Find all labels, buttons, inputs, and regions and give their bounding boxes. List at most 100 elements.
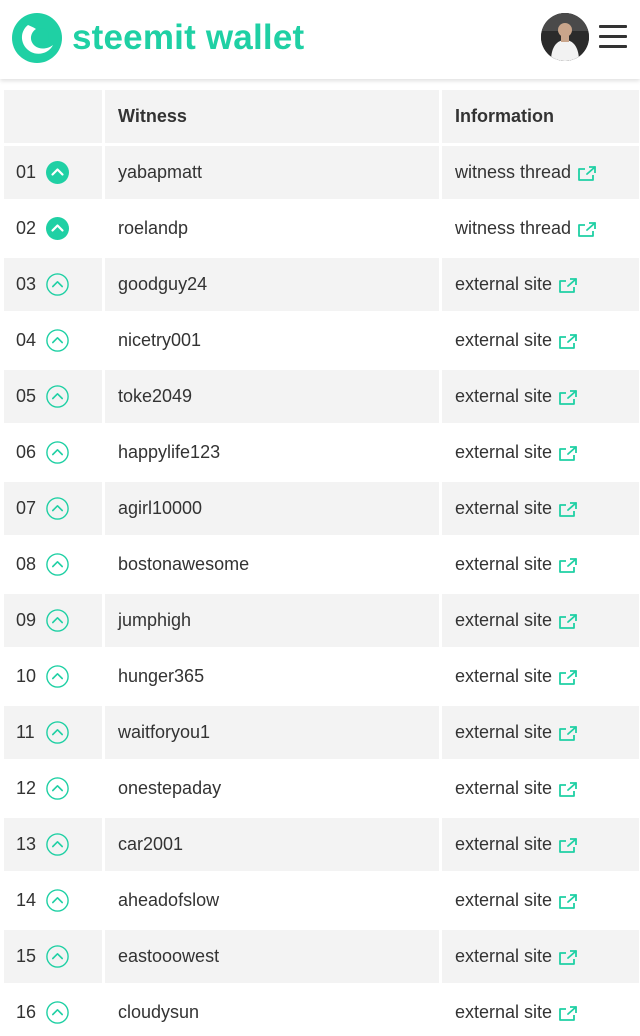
witness-name[interactable]: hunger365	[105, 650, 439, 703]
external-link-icon[interactable]	[558, 613, 578, 630]
witness-name[interactable]: yabapmatt	[105, 146, 439, 199]
information-link[interactable]: external site	[455, 330, 552, 350]
information-cell: external site	[442, 650, 639, 703]
information-link[interactable]: external site	[455, 722, 552, 742]
external-link-icon[interactable]	[558, 893, 578, 910]
rank-cell: 16	[4, 986, 102, 1036]
user-avatar[interactable]	[541, 13, 589, 61]
upvote-chevron-icon[interactable]	[46, 161, 69, 184]
upvote-chevron-icon[interactable]	[46, 217, 69, 240]
rank-cell: 04	[4, 314, 102, 367]
witness-name[interactable]: happylife123	[105, 426, 439, 479]
external-link-icon[interactable]	[558, 557, 578, 574]
information-link[interactable]: external site	[455, 834, 552, 854]
rank-cell: 08	[4, 538, 102, 591]
witness-name[interactable]: agirl10000	[105, 482, 439, 535]
rank-cell: 11	[4, 706, 102, 759]
rank-number: 13	[16, 834, 37, 854]
witness-name[interactable]: waitforyou1	[105, 706, 439, 759]
witness-name[interactable]: jumphigh	[105, 594, 439, 647]
table-row: 02 roelandp witness thread	[4, 202, 639, 255]
external-link-icon[interactable]	[558, 445, 578, 462]
external-link-icon[interactable]	[558, 277, 578, 294]
external-link-icon[interactable]	[558, 501, 578, 518]
witness-name[interactable]: onestepaday	[105, 762, 439, 815]
upvote-chevron-icon[interactable]	[46, 553, 69, 576]
steemit-logo-icon	[12, 13, 62, 63]
steemit-wallet-logo[interactable]: steemit wallet	[11, 12, 304, 64]
table-row: 08 bostonawesome external site	[4, 538, 639, 591]
external-link-icon[interactable]	[577, 165, 597, 182]
information-cell: external site	[442, 426, 639, 479]
upvote-chevron-icon[interactable]	[46, 329, 69, 352]
information-link[interactable]: external site	[455, 1002, 552, 1022]
rank-number: 08	[16, 554, 37, 574]
rank-number: 04	[16, 330, 37, 350]
external-link-icon[interactable]	[558, 781, 578, 798]
witness-name[interactable]: aheadofslow	[105, 874, 439, 927]
external-link-icon[interactable]	[558, 669, 578, 686]
external-link-icon[interactable]	[558, 389, 578, 406]
external-link-icon[interactable]	[577, 221, 597, 238]
witness-name[interactable]: eastooowest	[105, 930, 439, 983]
upvote-chevron-icon[interactable]	[46, 945, 69, 968]
information-link[interactable]: external site	[455, 386, 552, 406]
table-row: 05 toke2049 external site	[4, 370, 639, 423]
app-header: steemit wallet	[0, 0, 640, 79]
rank-cell: 06	[4, 426, 102, 479]
witness-name[interactable]: bostonawesome	[105, 538, 439, 591]
hamburger-menu-icon[interactable]	[599, 25, 627, 49]
rank-number: 16	[16, 1002, 37, 1022]
information-cell: witness thread	[442, 146, 639, 199]
information-link[interactable]: external site	[455, 274, 552, 294]
information-link[interactable]: external site	[455, 610, 552, 630]
table-row: 12 onestepaday external site	[4, 762, 639, 815]
witness-name[interactable]: cloudysun	[105, 986, 439, 1036]
rank-cell: 07	[4, 482, 102, 535]
external-link-icon[interactable]	[558, 949, 578, 966]
witness-name[interactable]: car2001	[105, 818, 439, 871]
information-cell: external site	[442, 314, 639, 367]
information-cell: external site	[442, 482, 639, 535]
information-link[interactable]: external site	[455, 498, 552, 518]
information-cell: witness thread	[442, 202, 639, 255]
rank-number: 01	[16, 162, 37, 182]
external-link-icon[interactable]	[558, 1005, 578, 1022]
information-cell: external site	[442, 594, 639, 647]
information-link[interactable]: external site	[455, 778, 552, 798]
table-row: 06 happylife123 external site	[4, 426, 639, 479]
rank-cell: 15	[4, 930, 102, 983]
information-link[interactable]: external site	[455, 442, 552, 462]
information-link[interactable]: external site	[455, 554, 552, 574]
upvote-chevron-icon[interactable]	[46, 497, 69, 520]
upvote-chevron-icon[interactable]	[46, 609, 69, 632]
witness-name[interactable]: nicetry001	[105, 314, 439, 367]
column-header-witness[interactable]: Witness	[105, 90, 439, 143]
information-link[interactable]: witness thread	[455, 218, 571, 238]
upvote-chevron-icon[interactable]	[46, 273, 69, 296]
information-link[interactable]: external site	[455, 666, 552, 686]
external-link-icon[interactable]	[558, 725, 578, 742]
rank-number: 14	[16, 890, 37, 910]
column-header-rank	[4, 90, 102, 143]
upvote-chevron-icon[interactable]	[46, 1001, 69, 1024]
upvote-chevron-icon[interactable]	[46, 889, 69, 912]
table-row: 10 hunger365 external site	[4, 650, 639, 703]
rank-number: 11	[16, 722, 35, 742]
upvote-chevron-icon[interactable]	[46, 441, 69, 464]
information-link[interactable]: witness thread	[455, 162, 571, 182]
upvote-chevron-icon[interactable]	[46, 721, 69, 744]
witness-name[interactable]: goodguy24	[105, 258, 439, 311]
upvote-chevron-icon[interactable]	[46, 665, 69, 688]
table-row: 11 waitforyou1 external site	[4, 706, 639, 759]
witness-name[interactable]: toke2049	[105, 370, 439, 423]
witness-name[interactable]: roelandp	[105, 202, 439, 255]
upvote-chevron-icon[interactable]	[46, 833, 69, 856]
upvote-chevron-icon[interactable]	[46, 777, 69, 800]
upvote-chevron-icon[interactable]	[46, 385, 69, 408]
information-link[interactable]: external site	[455, 946, 552, 966]
rank-cell: 14	[4, 874, 102, 927]
external-link-icon[interactable]	[558, 333, 578, 350]
information-link[interactable]: external site	[455, 890, 552, 910]
external-link-icon[interactable]	[558, 837, 578, 854]
